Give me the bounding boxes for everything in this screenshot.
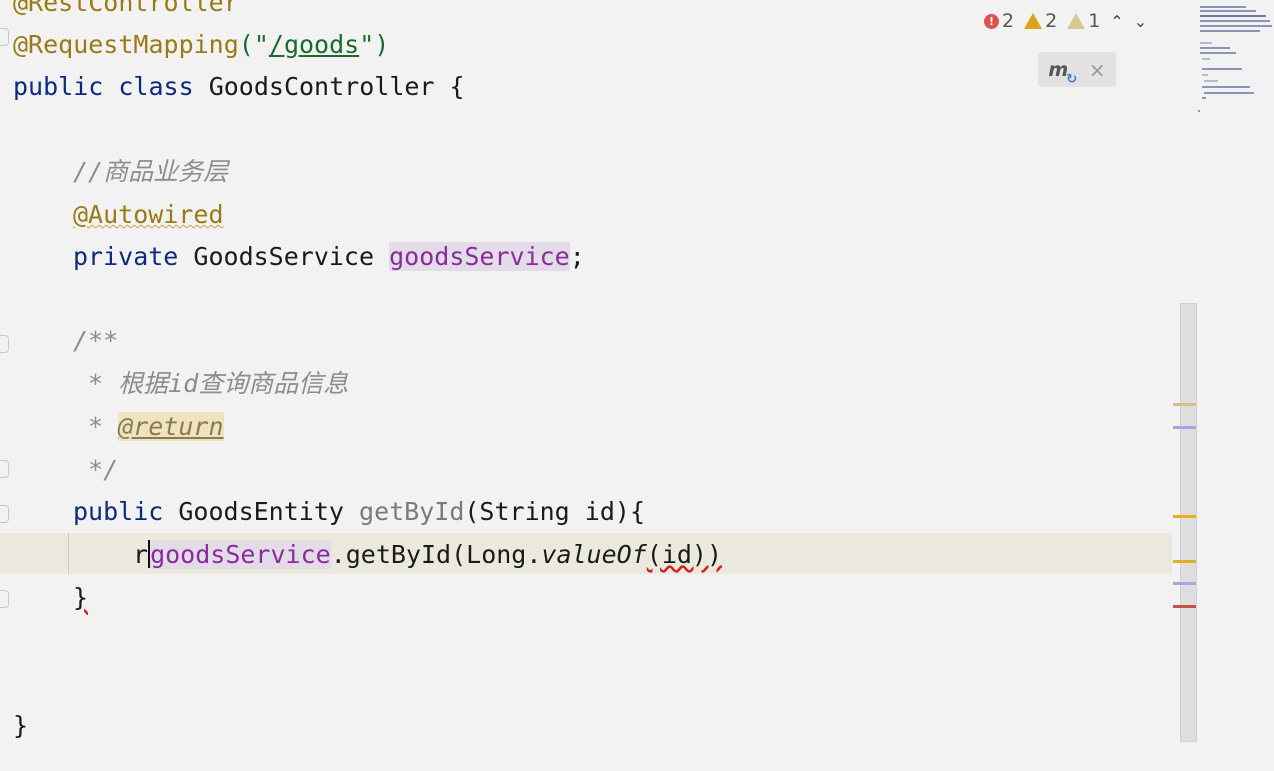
class-name: GoodsController { [208,72,465,101]
chevron-down-icon[interactable]: ⌄ [1134,12,1147,31]
indent-guide [68,533,69,574]
code-line-method-decl[interactable]: public GoodsEntity getById(String id){ [73,492,645,532]
javadoc-line[interactable]: * 根据id查询商品信息 [73,364,348,404]
code-line-restcontroller[interactable]: @RestController [13,0,239,23]
code-editor[interactable]: @RestController @RequestMapping("/goods"… [0,0,1274,771]
annotation: @RequestMapping [13,30,239,59]
error-icon: ! [984,13,999,29]
code-line-autowired[interactable]: @Autowired [73,195,224,235]
paren: (" [238,30,269,59]
marker-usage[interactable] [1173,582,1196,585]
javadoc-close[interactable]: */ [73,450,118,490]
close-icon[interactable]: × [1089,58,1106,82]
code-line-method-close[interactable]: } [73,578,88,618]
javadoc-return-tag: @return [118,412,224,441]
field-name: goodsService [389,242,570,271]
marker-error[interactable] [1173,605,1196,608]
code-line-field-decl[interactable]: private GoodsService goodsService; [73,237,585,277]
fold-marker[interactable] [0,28,9,46]
error-count[interactable]: ! 2 [984,10,1014,32]
method-name: getById [359,497,465,526]
code-line-comment[interactable]: //商品业务层 [73,152,228,192]
maven-reload-popup[interactable]: m × [1038,52,1116,87]
marker-usage[interactable] [1173,426,1196,429]
fold-marker[interactable] [0,460,9,478]
error-count-label: 2 [1002,10,1015,32]
paren: ") [359,30,390,59]
call-end: (id)) [646,540,723,569]
marker-warning[interactable] [1173,560,1196,563]
fold-marker[interactable] [0,590,9,608]
warning-count[interactable]: 2 [1024,10,1057,32]
inspection-widget[interactable]: ! 2 2 1 ⌃ ⌄ [984,8,1147,34]
chevron-up-icon[interactable]: ⌃ [1110,12,1123,31]
code-line-current[interactable]: rgoodsService.getById(Long.valueOf(id)) [133,535,722,575]
url-string[interactable]: /goods [269,30,359,59]
params: (String id){ [464,497,645,526]
type-name: GoodsService [193,242,375,271]
keyword: class [118,72,194,101]
warning-count-label: 2 [1045,10,1058,32]
static-method: valueOf [541,540,647,569]
javadoc-open[interactable]: /** [73,321,118,361]
marker-weak-warning[interactable] [1173,403,1196,406]
maven-reload-icon[interactable]: m [1048,59,1077,87]
semicolon: ; [569,242,585,271]
weak-warning-icon [1067,13,1086,29]
weak-warning-count-label: 1 [1088,10,1101,32]
code-line-class-close[interactable]: } [13,706,28,746]
weak-warning-count[interactable]: 1 [1067,10,1100,32]
method-call: .getById(Long. [330,540,542,569]
field-ref: goodsService [150,540,331,569]
keyword: public [13,72,104,101]
keyword: public [73,497,164,526]
marker-warning[interactable] [1173,515,1196,518]
vertical-scrollbar[interactable] [1180,303,1197,742]
javadoc-star: * [73,412,119,441]
fold-marker[interactable] [0,335,9,353]
code-line-requestmapping[interactable]: @RequestMapping("/goods") [13,25,389,65]
annotation: @Autowired [73,200,224,229]
type-name: GoodsEntity [178,497,344,526]
javadoc-return-line[interactable]: * @return [73,407,224,447]
fold-marker[interactable] [0,505,9,523]
keyword: private [73,242,179,271]
code-minimap[interactable] [1196,2,1274,112]
code-line-class-decl[interactable]: public class GoodsController { [13,67,465,107]
typed-char: r [133,540,149,569]
warning-icon [1024,13,1043,29]
